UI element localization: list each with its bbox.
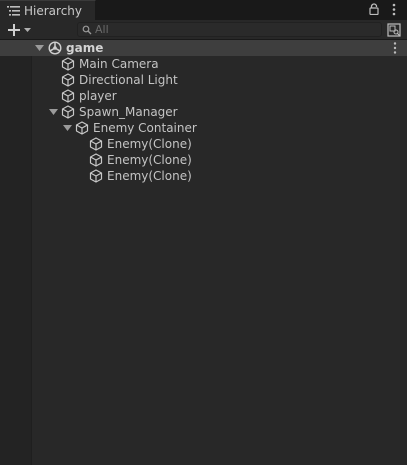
scene-visibility-icon[interactable] [387, 23, 401, 37]
search-input[interactable] [95, 23, 375, 36]
hierarchy-item-label: Spawn_Manager [79, 105, 178, 119]
gameobject-cube-icon [61, 73, 75, 87]
gameobject-cube-icon [75, 121, 89, 135]
scene-name: game [66, 41, 104, 55]
gameobject-cube-icon [89, 137, 103, 151]
hierarchy-item[interactable]: player [0, 88, 407, 104]
hierarchy-item-label: Main Camera [79, 57, 159, 71]
hierarchy-item-label: Enemy(Clone) [107, 169, 192, 183]
kebab-menu-icon[interactable] [391, 41, 399, 55]
gameobject-cube-icon [89, 169, 103, 183]
hierarchy-item-label: Enemy Container [93, 121, 197, 135]
gameobject-cube-icon [89, 153, 103, 167]
gameobject-cube-icon [61, 89, 75, 103]
hierarchy-item[interactable]: Enemy(Clone) [0, 168, 407, 184]
hierarchy-toolbar [0, 20, 407, 40]
hierarchy-item[interactable]: Enemy(Clone) [0, 136, 407, 152]
chevron-down-icon[interactable] [63, 125, 72, 132]
search-icon [82, 25, 92, 35]
plus-dropdown-icon[interactable] [5, 22, 35, 38]
gameobject-cube-icon [61, 57, 75, 71]
hierarchy-item[interactable]: Directional Light [0, 72, 407, 88]
hierarchy-list-icon [7, 6, 20, 16]
gameobject-cube-icon [61, 105, 75, 119]
tab-hierarchy[interactable]: Hierarchy [0, 0, 96, 20]
tab-bar: Hierarchy [0, 0, 407, 20]
chevron-down-icon[interactable] [35, 45, 44, 52]
search-field[interactable] [77, 22, 382, 37]
hierarchy-item-label: Enemy(Clone) [107, 153, 192, 167]
scene-header-row[interactable]: game [0, 40, 407, 56]
lock-icon[interactable] [369, 3, 379, 15]
kebab-menu-icon[interactable] [389, 3, 399, 16]
hierarchy-item-label: Directional Light [79, 73, 178, 87]
hierarchy-item[interactable]: Main Camera [0, 56, 407, 72]
hierarchy-item-label: player [79, 89, 117, 103]
tab-label: Hierarchy [24, 4, 83, 18]
hierarchy-item-label: Enemy(Clone) [107, 137, 192, 151]
unity-scene-icon [48, 41, 62, 55]
hierarchy-item[interactable]: Enemy(Clone) [0, 152, 407, 168]
chevron-down-icon[interactable] [49, 109, 58, 116]
hierarchy-item[interactable]: Enemy Container [0, 120, 407, 136]
hierarchy-item[interactable]: Spawn_Manager [0, 104, 407, 120]
